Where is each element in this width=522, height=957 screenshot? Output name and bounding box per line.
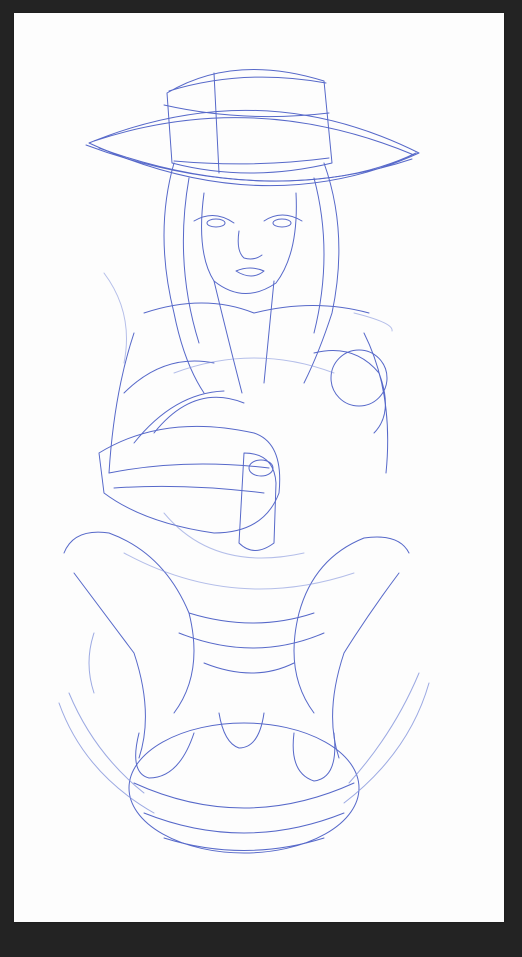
base-sphere: [128, 722, 360, 854]
sketch-paper: [14, 13, 504, 922]
legs: [63, 531, 410, 759]
hat-brim: [85, 109, 420, 187]
pencil-sketch-figure: [58, 69, 430, 854]
workspace-background: [0, 0, 522, 957]
scribble-lines: [103, 272, 393, 590]
face: [193, 192, 303, 294]
hat-crown: [163, 69, 333, 174]
crossed-arms: [98, 390, 281, 551]
torso: [108, 302, 389, 474]
